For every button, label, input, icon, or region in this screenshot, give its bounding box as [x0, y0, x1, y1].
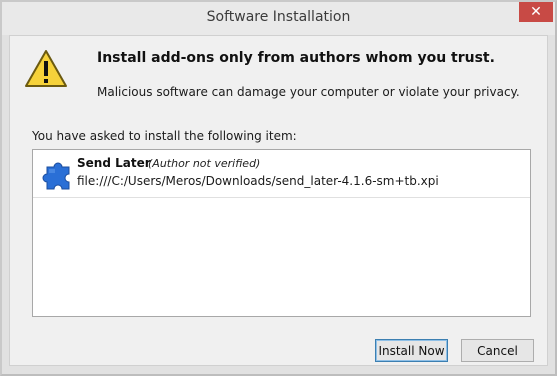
warning-triangle-icon	[25, 50, 67, 87]
window-title: Software Installation	[206, 9, 351, 25]
item-list-label: You have asked to install the following …	[32, 129, 297, 143]
cancel-button[interactable]: Cancel	[461, 339, 534, 362]
addon-name: Send Later	[77, 156, 151, 170]
addon-file-path: file:///C:/Users/Meros/Downloads/send_la…	[77, 174, 439, 188]
software-installation-dialog: Software Installation ✕ Install add-ons …	[0, 0, 557, 376]
install-now-button[interactable]: Install Now	[375, 339, 448, 362]
dialog-body: Install add-ons only from authors whom y…	[9, 35, 548, 366]
list-item[interactable]: Send Later (Author not verified) file://…	[33, 150, 530, 198]
warning-heading: Install add-ons only from authors whom y…	[97, 50, 495, 66]
warning-subtext: Malicious software can damage your compu…	[97, 85, 520, 99]
close-button[interactable]: ✕	[519, 2, 553, 22]
title-bar[interactable]: Software Installation ✕	[2, 2, 555, 35]
addon-list[interactable]: Send Later (Author not verified) file://…	[32, 149, 531, 317]
addon-author-note: (Author not verified)	[148, 157, 261, 170]
close-icon: ✕	[530, 4, 542, 20]
puzzle-piece-icon	[42, 162, 70, 190]
